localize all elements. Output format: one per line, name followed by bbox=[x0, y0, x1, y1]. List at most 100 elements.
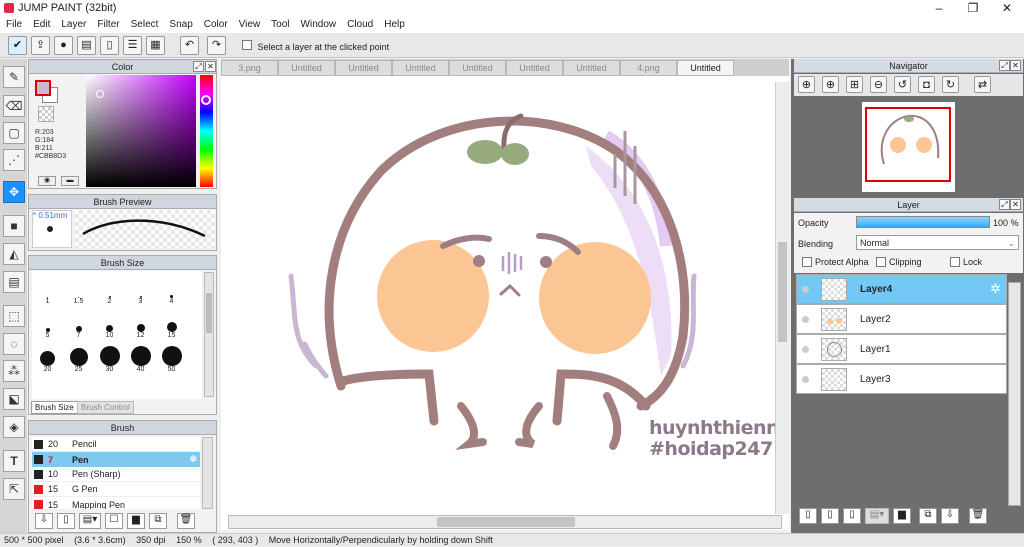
brush-item[interactable]: 15 Mapping Pen bbox=[32, 497, 200, 509]
blending-select[interactable]: Normal ⌄ bbox=[856, 235, 1019, 250]
menu-cloud[interactable]: Cloud bbox=[341, 17, 378, 30]
protect-alpha-option[interactable]: Protect Alpha bbox=[802, 257, 869, 267]
brush-item[interactable]: 10 Pen (Sharp) bbox=[32, 467, 200, 482]
minimize-button[interactable]: – bbox=[922, 0, 956, 17]
hue-slider[interactable] bbox=[200, 75, 213, 187]
horizontal-scroll-thumb[interactable] bbox=[437, 517, 575, 527]
brush-download-icon[interactable]: ⇩ bbox=[35, 513, 53, 529]
brush-size-cell[interactable]: 20 bbox=[32, 339, 63, 373]
new-layer-icon[interactable]: ▯ bbox=[799, 508, 817, 524]
tab-document[interactable]: Untitled bbox=[335, 60, 392, 76]
navigator-preview[interactable] bbox=[862, 102, 955, 192]
gradient-tool-icon[interactable]: ▤ bbox=[3, 271, 25, 293]
zoom-in-alt-icon[interactable]: ⊕ bbox=[822, 76, 839, 93]
select-rect-icon[interactable]: ⬚ bbox=[3, 305, 25, 327]
brush-size-cell[interactable]: 30 bbox=[94, 339, 125, 373]
select-layer-option[interactable]: Select a layer at the clicked point bbox=[242, 40, 389, 52]
zoom-in-icon[interactable]: ⊕ bbox=[798, 76, 815, 93]
brush-size-cell[interactable]: 50 bbox=[156, 339, 187, 373]
menu-select[interactable]: Select bbox=[125, 17, 164, 30]
brush-copy-icon[interactable]: ⧉ bbox=[149, 513, 167, 529]
brush-edit-icon[interactable]: ☐ bbox=[105, 513, 123, 529]
zoom-out-icon[interactable]: ⊖ bbox=[870, 76, 887, 93]
tab-document[interactable]: Untitled bbox=[449, 60, 506, 76]
speech-bubble-icon[interactable]: ● bbox=[54, 36, 73, 55]
tab-brush-control[interactable]: Brush Control bbox=[77, 401, 134, 414]
brush-size-scrollbar[interactable] bbox=[204, 272, 214, 397]
new-brush-icon[interactable]: ▯ bbox=[57, 513, 75, 529]
rotate-right-icon[interactable]: ↻ bbox=[942, 76, 959, 93]
brush-delete-icon[interactable]: 🗑 bbox=[177, 513, 195, 529]
clipping-checkbox[interactable] bbox=[876, 257, 886, 267]
brush-size-cell[interactable]: 7 bbox=[63, 305, 94, 339]
brush-size-cell[interactable]: 12 bbox=[125, 305, 156, 339]
menu-tool[interactable]: Tool bbox=[265, 17, 294, 30]
brush-type-dropdown-icon[interactable]: ▤▾ bbox=[79, 513, 101, 529]
page-icon[interactable]: ▯ bbox=[100, 36, 119, 55]
lock-checkbox[interactable] bbox=[950, 257, 960, 267]
tab-document[interactable]: 3.png bbox=[221, 60, 278, 76]
redo-button[interactable]: ↷ bbox=[207, 36, 226, 55]
brush-item[interactable]: 15 G Pen bbox=[32, 482, 200, 497]
delete-layer-icon[interactable]: 🗑 bbox=[969, 508, 987, 524]
text-tool-icon[interactable]: T bbox=[3, 450, 25, 472]
layer-row[interactable]: Layer3 bbox=[796, 364, 1007, 394]
brush-item[interactable]: 20 Pencil bbox=[32, 437, 200, 452]
brush-size-cell[interactable]: 2 bbox=[94, 271, 125, 305]
drawing-canvas[interactable]: huynhthienn #hoidap247 bbox=[221, 76, 789, 530]
brush-folder-icon[interactable]: ▆ bbox=[127, 513, 145, 529]
tab-document[interactable]: Untitled bbox=[563, 60, 620, 76]
lasso-icon[interactable]: ◌ bbox=[3, 333, 25, 355]
tab-document[interactable]: Untitled bbox=[278, 60, 335, 76]
undo-button[interactable]: ↶ bbox=[180, 36, 199, 55]
menu-snap[interactable]: Snap bbox=[163, 17, 197, 30]
menu-edit[interactable]: Edit bbox=[27, 17, 55, 30]
menu-filter[interactable]: Filter bbox=[91, 17, 124, 30]
color-mode-button[interactable]: ◉ bbox=[38, 176, 56, 186]
panel-close-icon[interactable]: ✕ bbox=[1010, 60, 1021, 71]
opacity-slider[interactable] bbox=[856, 216, 990, 228]
fill-rect-icon[interactable]: ■ bbox=[3, 215, 25, 237]
saturation-value-picker[interactable] bbox=[86, 75, 196, 187]
tab-document[interactable]: Untitled bbox=[506, 60, 563, 76]
tab-document-active[interactable]: Untitled bbox=[677, 60, 734, 76]
brush-size-cell[interactable]: 5 bbox=[32, 305, 63, 339]
panel-expand-icon[interactable]: ⤢ bbox=[999, 60, 1010, 71]
brush-list-scrollbar[interactable] bbox=[202, 437, 213, 509]
layer-settings-gear-icon[interactable]: ✲ bbox=[990, 281, 1001, 297]
export-icon[interactable]: ⇪ bbox=[31, 36, 50, 55]
tab-document[interactable]: 4.png bbox=[620, 60, 677, 76]
panel-icon[interactable]: ▤ bbox=[77, 36, 96, 55]
brush-settings-gear-icon[interactable]: ✲ bbox=[189, 454, 197, 465]
merge-layer-icon[interactable]: ⇩ bbox=[941, 508, 959, 524]
panel-expand-icon[interactable]: ⤢ bbox=[999, 199, 1010, 210]
layer-row[interactable]: Layer4 ✲ bbox=[796, 274, 1007, 304]
visibility-icon[interactable] bbox=[802, 316, 809, 323]
transparent-color-swatch[interactable] bbox=[38, 106, 54, 122]
fit-window-icon[interactable]: ⊞ bbox=[846, 76, 863, 93]
rotate-left-icon[interactable]: ↺ bbox=[894, 76, 911, 93]
layer-row[interactable]: Layer2 bbox=[796, 304, 1007, 334]
new-layer-alt-icon[interactable]: ▯ bbox=[843, 508, 861, 524]
brush-tool-icon[interactable]: ✎ bbox=[3, 66, 25, 88]
move-tool-icon[interactable]: ✥ bbox=[3, 181, 25, 203]
canvas-vertical-scrollbar[interactable] bbox=[775, 82, 789, 514]
brush-item-selected[interactable]: 7 Pen ✲ bbox=[32, 452, 200, 467]
grid-icon[interactable]: ▦ bbox=[146, 36, 165, 55]
lock-option[interactable]: Lock bbox=[950, 257, 982, 267]
clipping-option[interactable]: Clipping bbox=[876, 257, 922, 267]
tab-brush-size[interactable]: Brush Size bbox=[31, 401, 78, 414]
layer-type-dropdown-icon[interactable]: ▤▾ bbox=[865, 508, 889, 524]
select-pen-icon[interactable]: ⬕ bbox=[3, 388, 25, 410]
brush-size-cell[interactable]: 4 bbox=[156, 271, 187, 305]
vertical-scroll-thumb[interactable] bbox=[778, 242, 787, 342]
brush-size-cell[interactable]: 10 bbox=[94, 305, 125, 339]
document-icon[interactable]: ☰ bbox=[123, 36, 142, 55]
brush-size-cell[interactable]: 25 bbox=[63, 339, 94, 373]
select-layer-checkbox[interactable] bbox=[242, 40, 252, 50]
brush-size-cell[interactable]: 1.5 bbox=[63, 271, 94, 305]
select-eraser-icon[interactable]: ◈ bbox=[3, 416, 25, 438]
maximize-button[interactable]: ❐ bbox=[956, 0, 990, 17]
layer-folder-icon[interactable]: ▆ bbox=[893, 508, 911, 524]
foreground-color-swatch[interactable] bbox=[35, 80, 51, 96]
